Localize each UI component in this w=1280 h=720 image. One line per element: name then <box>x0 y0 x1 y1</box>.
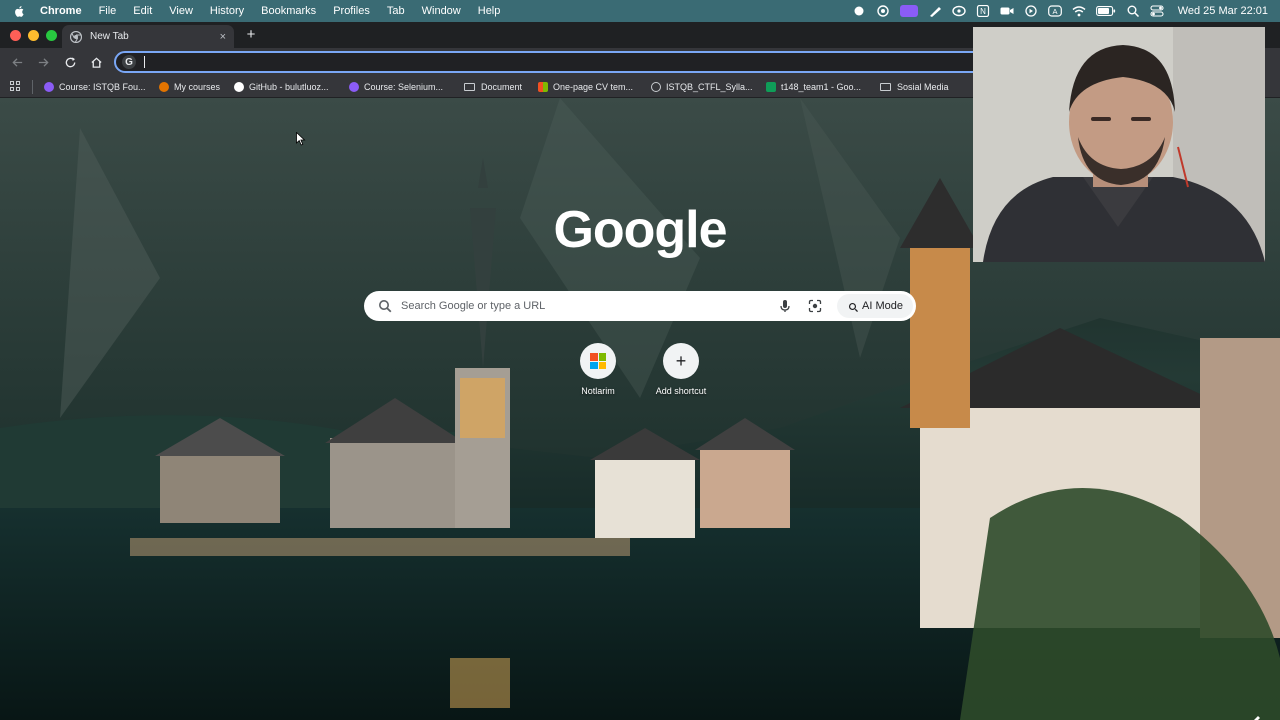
apple-icon[interactable] <box>14 5 28 18</box>
macos-menu-bar: Chrome File Edit View History Bookmarks … <box>0 0 1280 22</box>
bookmark-item[interactable]: Document <box>464 76 522 98</box>
search-icon <box>379 300 392 313</box>
menu-bookmarks[interactable]: Bookmarks <box>261 5 316 17</box>
folder-icon <box>880 83 891 91</box>
bookmark-item[interactable]: My courses <box>159 76 220 98</box>
minimize-window-button[interactable] <box>28 30 39 41</box>
cloud-icon[interactable] <box>876 5 890 17</box>
globe-icon <box>651 82 661 92</box>
svg-text:N: N <box>980 7 986 16</box>
bookmark-label: t148_team1 - Goo... <box>781 82 862 92</box>
forward-arrow-icon[interactable] <box>36 55 50 69</box>
control-center-icon[interactable] <box>1150 5 1164 17</box>
keyboard-icon[interactable]: A <box>1047 5 1062 17</box>
ntp-search-box[interactable]: Search Google or type a URL AI Mode <box>364 291 916 321</box>
google-g-icon: G <box>122 55 136 69</box>
course-icon <box>349 82 359 92</box>
battery-icon[interactable] <box>1095 5 1116 17</box>
bookmark-item[interactable]: GitHub - bulutluoz... <box>234 76 329 98</box>
menu-help[interactable]: Help <box>478 5 501 17</box>
close-tab-icon[interactable]: × <box>220 31 226 43</box>
shortcut-label: Notlarim <box>581 386 615 396</box>
folder-icon <box>464 83 475 91</box>
zoom-window-button[interactable] <box>46 30 57 41</box>
ai-sparkle-icon <box>849 302 859 312</box>
record-icon[interactable] <box>852 5 866 17</box>
svg-text:A: A <box>1052 7 1057 16</box>
home-icon[interactable] <box>89 55 103 69</box>
ai-mode-label: AI Mode <box>862 300 903 312</box>
github-icon <box>234 82 244 92</box>
bookmark-label: ISTQB_CTFL_Sylla... <box>666 82 753 92</box>
tab-new-tab[interactable]: New Tab × <box>62 25 234 48</box>
google-lens-icon[interactable] <box>807 298 823 314</box>
customize-pencil-icon[interactable] <box>1248 714 1262 720</box>
chrome-icon <box>70 30 82 43</box>
shortcut-label: Add shortcut <box>655 386 707 396</box>
notion-icon[interactable]: N <box>976 5 990 17</box>
play-icon[interactable] <box>1024 5 1038 17</box>
bookmark-label: One-page CV tem... <box>553 82 634 92</box>
status-area: N A Wed 25 Mar 22:01 <box>852 0 1268 22</box>
apps-grid-icon[interactable] <box>10 81 20 91</box>
bookmark-item[interactable]: ISTQB_CTFL_Sylla... <box>651 76 753 98</box>
bookmark-label: Document <box>481 82 523 92</box>
wifi-icon[interactable] <box>1072 5 1086 17</box>
bookmark-label: My courses <box>174 82 221 92</box>
bookmark-item[interactable]: t148_team1 - Goo... <box>766 76 861 98</box>
close-window-button[interactable] <box>10 30 21 41</box>
bookmarks-separator <box>32 80 33 94</box>
microsoft-icon <box>538 82 548 92</box>
reload-icon[interactable] <box>63 55 77 69</box>
search-placeholder[interactable]: Search Google or type a URL <box>401 300 777 312</box>
vpn-icon[interactable] <box>952 5 966 17</box>
microsoft-icon <box>580 343 616 379</box>
menu-items: Chrome File Edit View History Bookmarks … <box>40 5 500 17</box>
menu-file[interactable]: File <box>99 5 117 17</box>
menu-window[interactable]: Window <box>422 5 461 17</box>
webcam-person-image <box>973 27 1265 262</box>
plus-icon: + <box>663 343 699 379</box>
address-input[interactable] <box>153 56 853 68</box>
bookmark-item[interactable]: Sosial Media <box>880 76 949 98</box>
tab-title: New Tab <box>90 31 129 42</box>
microphone-icon[interactable] <box>777 298 793 314</box>
camera-icon[interactable] <box>1000 5 1014 17</box>
bookmark-item[interactable]: Course: Selenium... <box>349 76 443 98</box>
menu-app-name[interactable]: Chrome <box>40 5 82 17</box>
menu-datetime[interactable]: Wed 25 Mar 22:01 <box>1178 5 1268 17</box>
address-bar[interactable]: G <box>114 51 984 73</box>
screen-share-icon[interactable] <box>899 5 918 17</box>
sheets-icon <box>766 82 776 92</box>
back-arrow-icon[interactable] <box>10 55 24 69</box>
menu-profiles[interactable]: Profiles <box>333 5 370 17</box>
bookmark-item[interactable]: One-page CV tem... <box>538 76 633 98</box>
add-shortcut-button[interactable]: + Add shortcut <box>641 343 721 396</box>
menu-tab[interactable]: Tab <box>387 5 405 17</box>
course-icon <box>44 82 54 92</box>
menu-edit[interactable]: Edit <box>133 5 152 17</box>
courses-icon <box>159 82 169 92</box>
bookmark-label: Course: ISTQB Fou... <box>59 82 146 92</box>
webcam-overlay <box>973 27 1265 262</box>
bookmark-item[interactable]: Course: ISTQB Fou... <box>44 76 146 98</box>
ai-mode-button[interactable]: AI Mode <box>837 294 913 318</box>
text-caret <box>144 56 145 68</box>
new-tab-button[interactable]: + <box>243 26 259 43</box>
menu-history[interactable]: History <box>210 5 244 17</box>
pen-icon[interactable] <box>928 5 942 17</box>
google-logo: Google <box>553 201 727 259</box>
menu-view[interactable]: View <box>169 5 193 17</box>
bookmark-label: GitHub - bulutluoz... <box>249 82 329 92</box>
mouse-cursor-icon <box>296 132 306 146</box>
search-icon[interactable] <box>1126 5 1140 17</box>
bookmark-label: Sosial Media <box>897 82 949 92</box>
window-controls <box>10 30 57 41</box>
shortcut-notlarim[interactable]: Notlarim <box>558 343 638 396</box>
bookmark-label: Course: Selenium... <box>364 82 444 92</box>
